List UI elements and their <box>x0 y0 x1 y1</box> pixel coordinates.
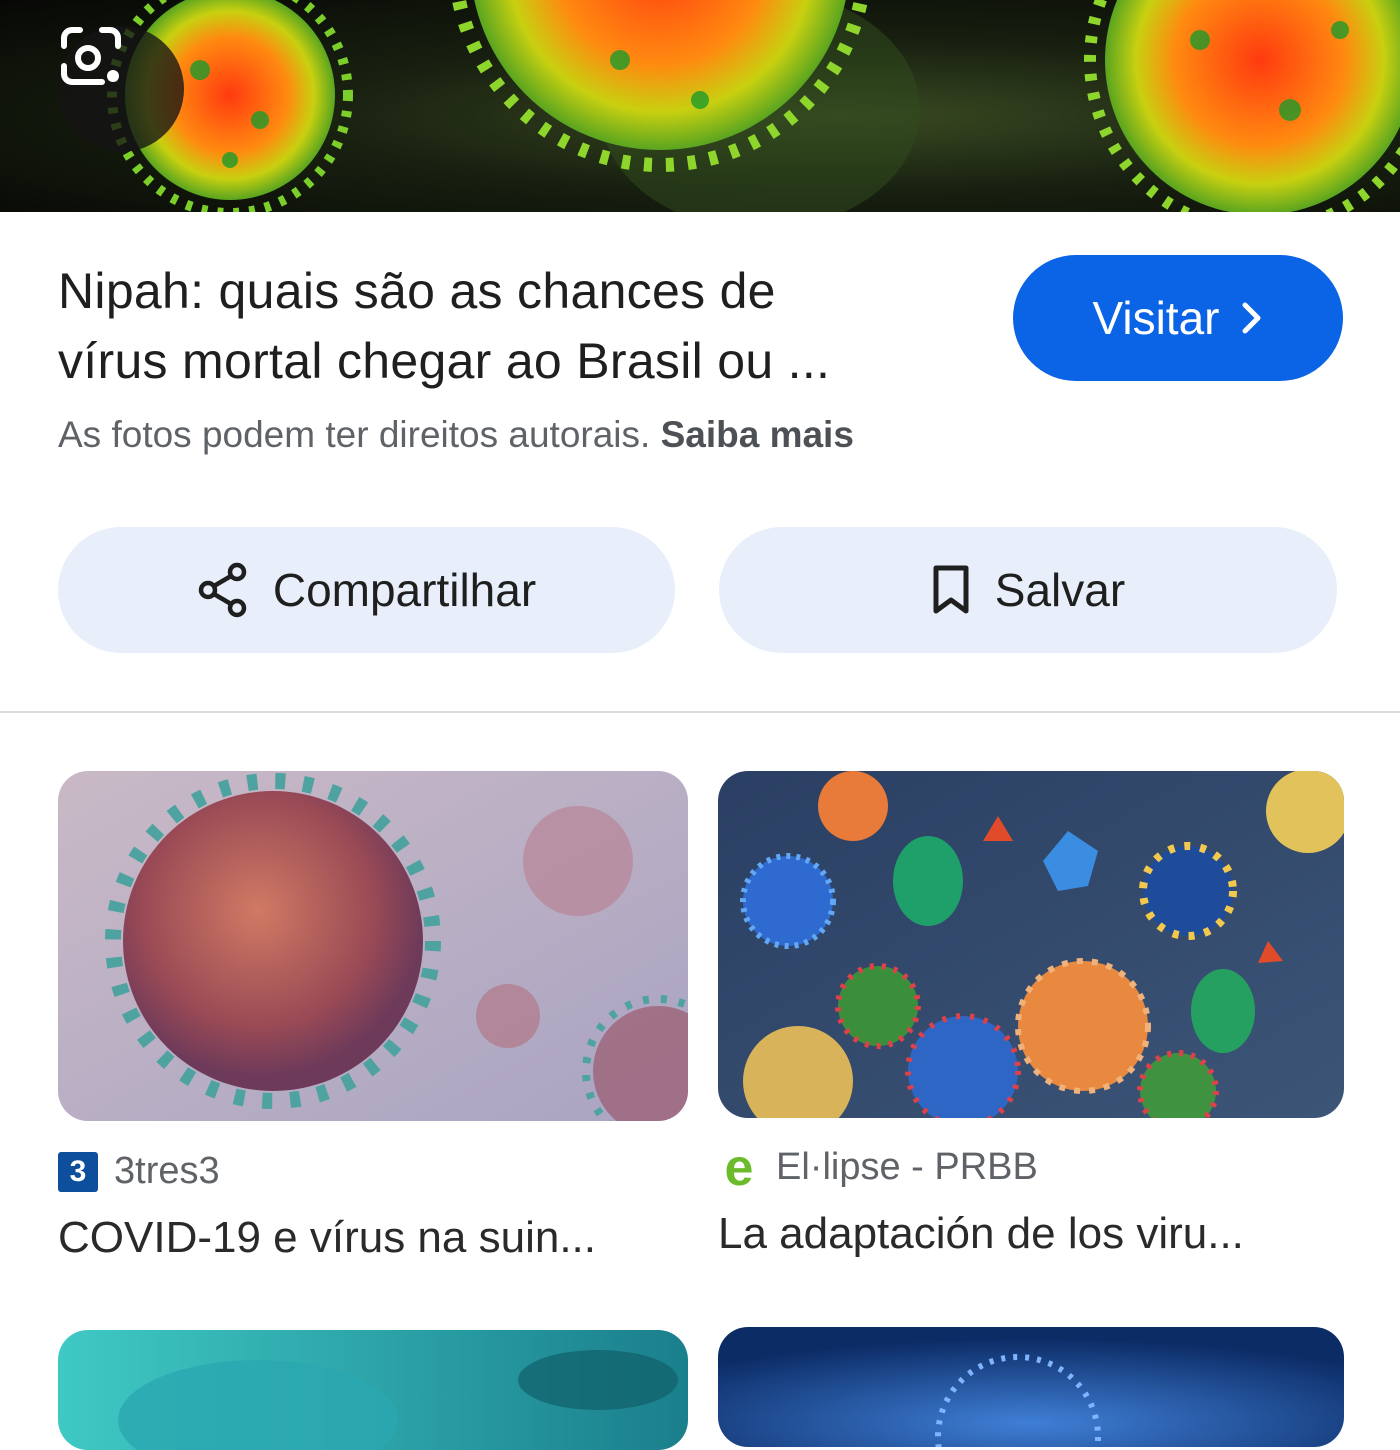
related-image-4[interactable] <box>718 1327 1344 1447</box>
section-divider <box>0 711 1400 713</box>
favicon-3tres3: 3 <box>58 1151 98 1192</box>
save-button-label: Salvar <box>994 564 1126 616</box>
share-button[interactable]: Compartilhar <box>58 527 675 653</box>
copyright-notice: As fotos podem ter direitos autorais. Sa… <box>58 414 854 456</box>
virus-image <box>58 1330 688 1450</box>
visit-button-label: Visitar <box>1092 292 1220 344</box>
learn-more-link[interactable]: Saiba mais <box>661 414 854 455</box>
related-source-2[interactable]: e El·lipse - PRBB <box>718 1138 1038 1197</box>
share-button-label: Compartilhar <box>272 564 537 616</box>
copyright-text: As fotos podem ter direitos autorais. <box>58 414 651 455</box>
visit-button[interactable]: Visitar <box>1013 255 1343 381</box>
google-lens-icon <box>61 27 121 85</box>
result-title[interactable]: Nipah: quais são as chances de vírus mor… <box>58 256 978 396</box>
hero-image[interactable] <box>0 0 1400 212</box>
virus-illustration <box>107 0 1400 212</box>
virus-image <box>718 1327 1344 1447</box>
virus-image <box>58 771 688 1121</box>
related-title-1[interactable]: COVID-19 e vírus na suin... <box>58 1213 658 1263</box>
bookmark-icon <box>933 565 969 614</box>
share-icon <box>198 562 247 618</box>
result-title-line-1: Nipah: quais são as chances de <box>58 263 776 319</box>
google-lens-button[interactable] <box>58 26 184 152</box>
chevron-right-icon <box>1242 302 1261 334</box>
source-name: El·lipse - PRBB <box>776 1146 1038 1188</box>
related-source-1[interactable]: 3 3tres3 <box>58 1150 220 1193</box>
save-button[interactable]: Salvar <box>719 527 1337 653</box>
virus-collection-image <box>718 771 1344 1118</box>
related-image-2[interactable] <box>718 771 1344 1118</box>
source-name: 3tres3 <box>114 1150 220 1192</box>
related-image-3[interactable] <box>58 1330 688 1450</box>
related-title-2[interactable]: La adaptación de los viru... <box>718 1209 1318 1259</box>
favicon-ellipse: e <box>724 1138 754 1197</box>
result-title-line-2: vírus mortal chegar ao Brasil ou ... <box>58 333 831 389</box>
related-image-1[interactable] <box>58 771 688 1121</box>
